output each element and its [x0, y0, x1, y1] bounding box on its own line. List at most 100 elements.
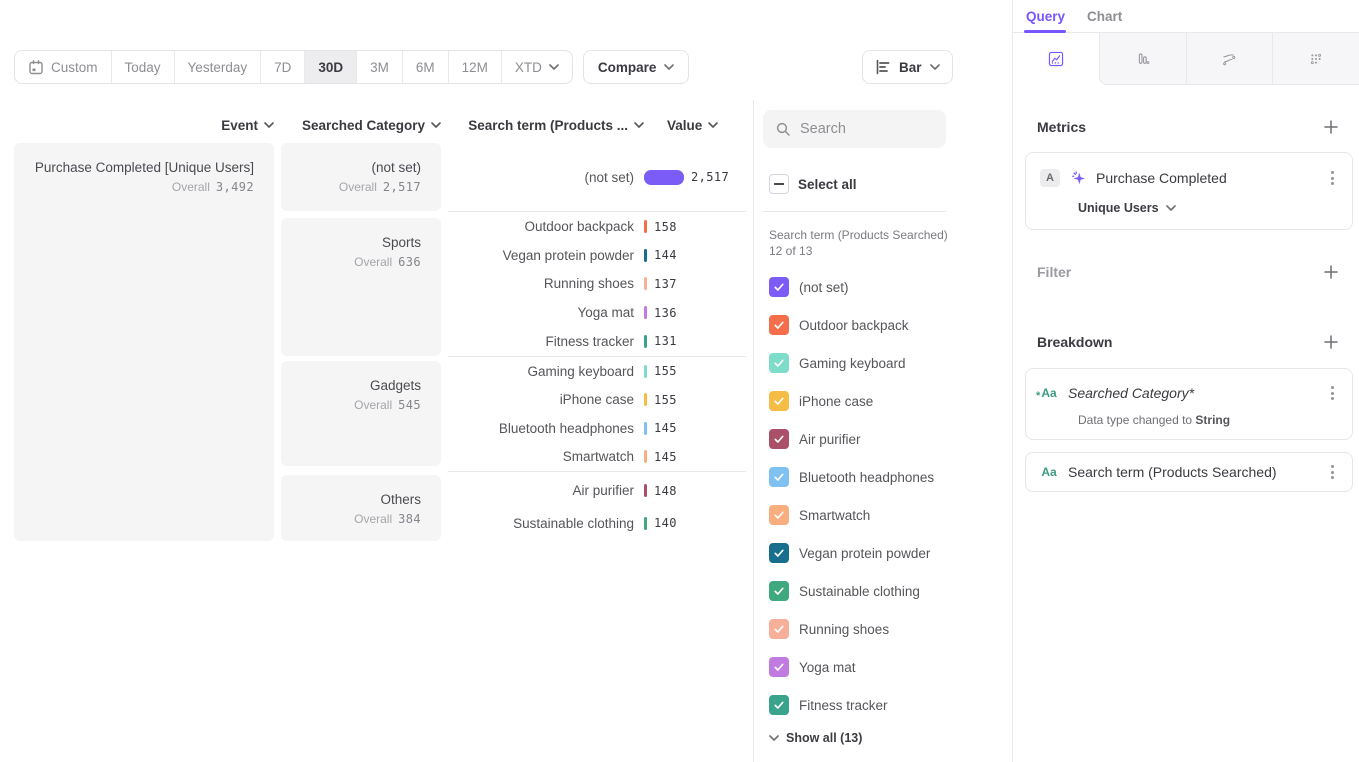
segment-item[interactable]: iPhone case — [769, 382, 999, 420]
segment-checkbox[interactable] — [769, 315, 789, 335]
breakdown-note: Data type changed to String — [1026, 404, 1352, 427]
compare-button[interactable]: Compare — [583, 50, 690, 84]
segment-label: Smartwatch — [799, 508, 870, 523]
segment-checkbox[interactable] — [769, 619, 789, 639]
add-metric-button[interactable] — [1323, 119, 1339, 135]
value-bar — [644, 170, 684, 185]
segment-label: Yoga mat — [799, 660, 856, 675]
segment-group-label: Search term (Products Searched) 12 of 13 — [769, 227, 949, 259]
date-range-custom[interactable]: Custom — [15, 51, 112, 83]
tab-chart[interactable]: Chart — [1087, 9, 1122, 24]
category-cell: Gadgets Overall545 — [281, 361, 441, 466]
segment-checkbox[interactable] — [769, 429, 789, 449]
category-cell: Sports Overall636 — [281, 218, 441, 356]
segment-checkbox[interactable] — [769, 277, 789, 297]
term-label: Air purifier — [448, 483, 644, 498]
segment-item[interactable]: (not set) — [769, 268, 999, 306]
metric-card[interactable]: A Purchase Completed Unique Users — [1025, 152, 1353, 230]
date-range-yesterday[interactable]: Yesterday — [175, 51, 262, 83]
segment-checkbox[interactable] — [769, 505, 789, 525]
category-name: Gadgets — [291, 377, 421, 395]
chart-type-tab-insights[interactable] — [1013, 33, 1099, 85]
segment-item[interactable]: Running shoes — [769, 610, 999, 648]
chart-type-tab-metrics[interactable] — [1272, 33, 1359, 85]
term-row: iPhone case 155 — [448, 386, 746, 414]
select-all-label: Select all — [798, 177, 857, 192]
segment-list: (not set) Outdoor backpack Gaming keyboard… — [769, 268, 999, 724]
check-icon — [773, 471, 785, 483]
breakdown-card-searched-category[interactable]: Aa* Searched Category* Data type changed… — [1025, 368, 1353, 440]
date-range-12m[interactable]: 12M — [449, 51, 502, 83]
segment-item[interactable]: Smartwatch — [769, 496, 999, 534]
chevron-down-icon — [664, 64, 674, 70]
segment-item[interactable]: Sustainable clothing — [769, 572, 999, 610]
select-all-checkbox[interactable] — [769, 174, 789, 194]
breakdown-menu-button[interactable] — [1327, 461, 1338, 483]
date-range-toolbar: CustomTodayYesterday7D30D3M6M12MXTD Comp… — [14, 50, 689, 84]
segment-item[interactable]: Fitness tracker — [769, 686, 999, 724]
segment-item[interactable]: Gaming keyboard — [769, 344, 999, 382]
term-row: Air purifier 148 — [448, 477, 746, 505]
term-row: Smartwatch 145 — [448, 443, 746, 471]
term-value: 145 — [654, 450, 677, 464]
select-all[interactable]: Select all — [769, 174, 857, 194]
category-name: (not set) — [291, 159, 421, 177]
chevron-down-icon — [549, 64, 559, 70]
value-bar — [644, 277, 647, 290]
term-value: 136 — [654, 306, 677, 320]
measure-dropdown[interactable]: Unique Users — [1078, 201, 1176, 215]
segment-item[interactable]: Yoga mat — [769, 648, 999, 686]
term-row: (not set) 2,517 — [448, 163, 746, 191]
term-label: Smartwatch — [448, 449, 644, 464]
category-overall-value: 2,517 — [383, 180, 421, 194]
segment-checkbox[interactable] — [769, 391, 789, 411]
value-bar — [644, 335, 647, 348]
breakdown-table: Event Searched Category Search term (Pro… — [14, 117, 746, 552]
date-range-30d[interactable]: 30D — [305, 51, 357, 83]
query-panel: Query Chart — [1013, 0, 1359, 762]
search-input[interactable] — [800, 121, 920, 137]
segment-checkbox[interactable] — [769, 695, 789, 715]
chart-type-tab-bar[interactable] — [1099, 33, 1186, 85]
segment-checkbox[interactable] — [769, 657, 789, 677]
chart-type-tab-flows[interactable] — [1186, 33, 1273, 85]
column-header-term[interactable]: Search term (Products ... — [448, 117, 644, 133]
show-all-button[interactable]: Show all (13) — [769, 731, 862, 745]
term-label: Vegan protein powder — [448, 248, 644, 263]
breakdown-menu-button[interactable] — [1327, 382, 1338, 404]
segment-checkbox[interactable] — [769, 543, 789, 563]
check-icon — [773, 623, 785, 635]
bar-chart-icon — [1135, 51, 1151, 67]
metric-menu-button[interactable] — [1327, 167, 1338, 189]
check-icon — [773, 585, 785, 597]
breakdown-card-search-term[interactable]: Aa Search term (Products Searched) — [1025, 452, 1353, 492]
column-header-value[interactable]: Value — [667, 117, 727, 133]
segment-label: Outdoor backpack — [799, 318, 909, 333]
string-property-icon: Aa — [1040, 464, 1058, 480]
segment-item[interactable]: Vegan protein powder — [769, 534, 999, 572]
segment-item[interactable]: Air purifier — [769, 420, 999, 458]
segment-item[interactable]: Bluetooth headphones — [769, 458, 999, 496]
event-spark-icon — [1070, 170, 1086, 186]
date-range-3m[interactable]: 3M — [357, 51, 403, 83]
metrics-section-title: Metrics — [1037, 119, 1086, 135]
segment-checkbox[interactable] — [769, 353, 789, 373]
column-header-event[interactable]: Event — [14, 117, 274, 133]
segment-item[interactable]: Outdoor backpack — [769, 306, 999, 344]
date-range-7d[interactable]: 7D — [261, 51, 305, 83]
check-icon — [773, 433, 785, 445]
segment-label: Bluetooth headphones — [799, 470, 934, 485]
date-range-xtd[interactable]: XTD — [502, 51, 572, 83]
segment-checkbox[interactable] — [769, 581, 789, 601]
term-label: Running shoes — [448, 276, 644, 291]
string-property-icon: Aa* — [1040, 385, 1058, 401]
date-range-today[interactable]: Today — [112, 51, 175, 83]
date-range-6m[interactable]: 6M — [403, 51, 449, 83]
column-header-category[interactable]: Searched Category — [281, 117, 441, 133]
add-breakdown-button[interactable] — [1323, 334, 1339, 350]
add-filter-button[interactable] — [1323, 264, 1339, 280]
term-group: Air purifier 148Sustainable clothing 140 — [448, 471, 746, 542]
segment-checkbox[interactable] — [769, 467, 789, 487]
term-row: Outdoor backpack 158 — [448, 213, 746, 241]
tab-query[interactable]: Query — [1026, 9, 1065, 24]
